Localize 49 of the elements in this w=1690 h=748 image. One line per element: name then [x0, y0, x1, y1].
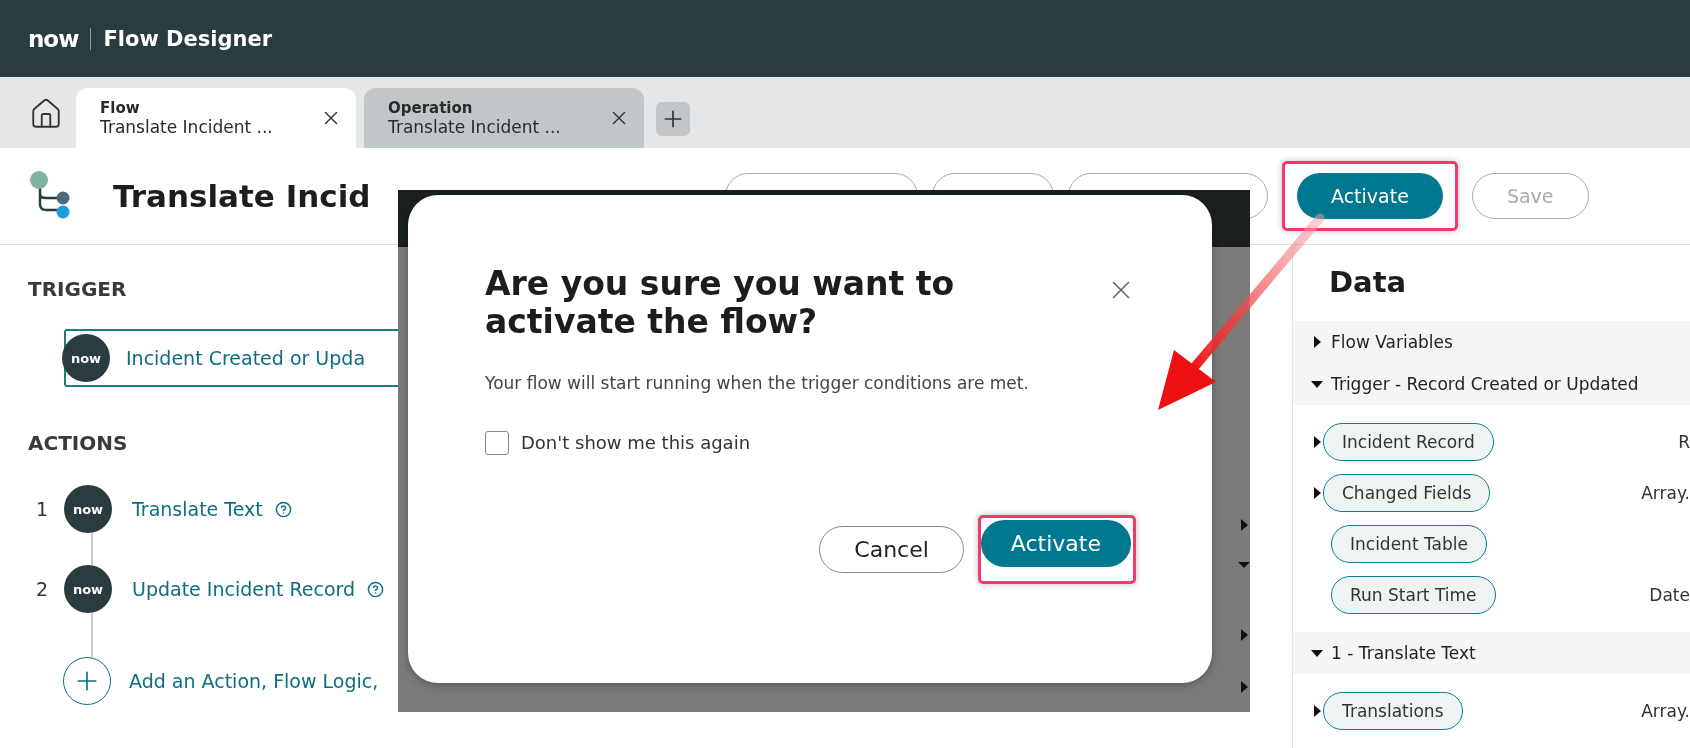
action-link[interactable]: Update Incident Record [132, 578, 356, 600]
help-icon[interactable] [367, 580, 385, 598]
action-link[interactable]: Translate Text [132, 498, 263, 520]
step-number: 2 [35, 578, 50, 600]
now-badge: now [64, 485, 112, 533]
data-type: R [1678, 431, 1690, 452]
activate-button[interactable]: Activate [1297, 173, 1443, 219]
caret-right-icon[interactable] [1311, 705, 1323, 717]
editor-tab[interactable]: Flow Translate Incident ... [76, 88, 356, 148]
activate-button[interactable]: Activate [980, 519, 1131, 567]
data-pill[interactable]: Translations [1323, 692, 1463, 730]
checkbox[interactable] [485, 430, 509, 455]
section-header[interactable]: Trigger - Record Created or Updated [1293, 362, 1690, 405]
help-icon[interactable] [274, 500, 292, 518]
cancel-button[interactable]: Cancel [819, 525, 964, 573]
add-icon[interactable] [63, 657, 111, 705]
section-heading: TRIGGER [28, 277, 127, 301]
caret-right-icon [1238, 628, 1250, 642]
tab-label: Translate Incident ... [388, 117, 561, 137]
data-pill[interactable]: Incident Table [1331, 524, 1487, 563]
caret-right-icon [1238, 680, 1250, 694]
data-pill[interactable]: Incident Record [1323, 422, 1494, 461]
data-pill[interactable]: Run Start Time [1331, 575, 1496, 614]
tab-heading: Flow [100, 99, 141, 117]
section-header[interactable]: 1 - Translate Text [1293, 631, 1690, 674]
checkbox-label: Don't show me this again [521, 432, 751, 454]
add-tab-button[interactable] [656, 102, 690, 136]
data-pill[interactable]: Changed Fields [1323, 473, 1491, 512]
data-type: Date [1649, 584, 1690, 605]
data-type: Array. [1641, 701, 1690, 721]
data-type: Array. [1641, 482, 1690, 503]
dialog-title: Are you sure you want to activate the flow? [485, 265, 956, 341]
app-title: Flow Designer [103, 26, 273, 51]
tab-heading: Operation [388, 99, 474, 117]
editor-tab[interactable]: Operation Translate Incident ... [364, 88, 644, 148]
brand-logo: now [28, 25, 79, 52]
add-action-link[interactable]: Add an Action, Flow Logic, [129, 670, 379, 692]
flow-title: Translate Incid [113, 178, 372, 214]
section-header[interactable]: Flow Variables [1293, 320, 1690, 363]
panel-title: Data [1329, 265, 1408, 301]
caret-right-icon [1238, 518, 1250, 532]
trigger-label: Incident Created or Upda [126, 347, 366, 369]
section-heading: ACTIONS [28, 431, 128, 455]
caret-right-icon[interactable] [1311, 335, 1323, 348]
step-number: 1 [35, 498, 50, 520]
now-badge: now [64, 565, 112, 613]
dialog-message: Your flow will start running when the trigger conditions are met. [485, 372, 1030, 393]
now-badge: now [62, 334, 110, 382]
tab-label: Translate Incident ... [100, 117, 273, 137]
